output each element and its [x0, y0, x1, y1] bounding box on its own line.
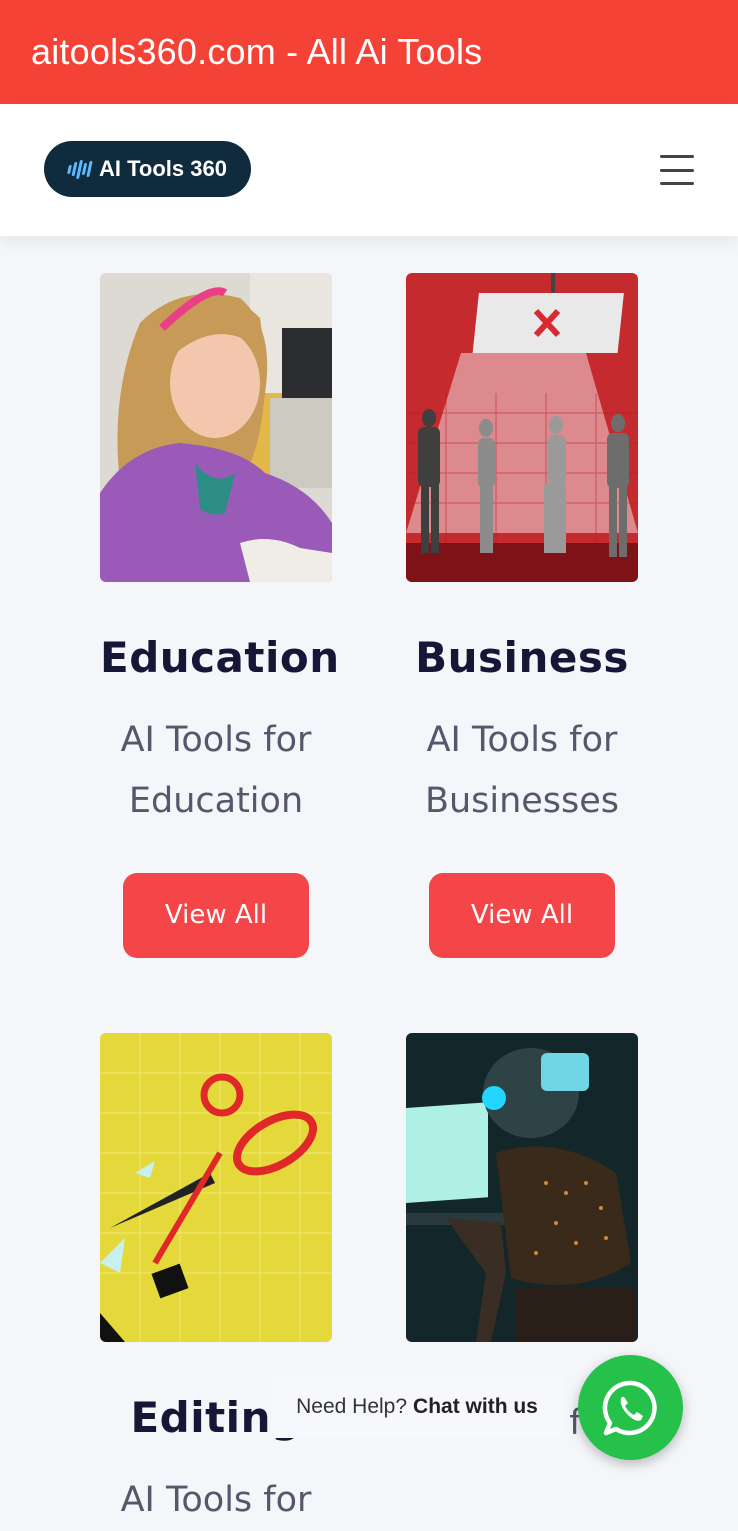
- logo[interactable]: AI Tools 360: [44, 141, 251, 197]
- browser-title-bar: aitools360.com - All Ai Tools: [0, 0, 738, 104]
- category-description: AI Tools for Education: [100, 710, 332, 832]
- category-card-editing: Editing AI Tools for: [100, 1033, 332, 1531]
- category-card-business: Business AI Tools for Businesses View Al…: [406, 273, 638, 958]
- business-image: [406, 273, 638, 582]
- logo-bars-icon: [67, 159, 93, 179]
- education-image: [100, 273, 332, 582]
- view-all-business-button[interactable]: View All: [429, 873, 615, 958]
- page-title: aitools360.com - All Ai Tools: [31, 31, 483, 72]
- category-description: AI Tools for Businesses: [406, 710, 638, 832]
- view-all-education-button[interactable]: View All: [123, 873, 309, 958]
- site-header: AI Tools 360: [0, 104, 738, 236]
- logo-text: AI Tools 360: [99, 156, 227, 181]
- description-line: Education: [128, 781, 304, 821]
- chat-help-bubble[interactable]: Need Help? Chat with us: [272, 1376, 562, 1438]
- category-title: Business: [415, 633, 629, 682]
- description-line: Businesses: [424, 781, 620, 821]
- description-line: AI Tools for: [120, 1480, 312, 1520]
- robot-image: [406, 1033, 638, 1342]
- help-prefix: Need Help?: [296, 1395, 408, 1418]
- editing-image: [100, 1033, 332, 1342]
- whatsapp-icon[interactable]: [578, 1355, 683, 1460]
- hamburger-menu-icon[interactable]: [660, 155, 694, 185]
- description-line: AI Tools for: [426, 720, 618, 760]
- chat-with-us-link[interactable]: Chat with us: [413, 1395, 538, 1419]
- category-title: Education: [100, 633, 340, 682]
- description-line: AI Tools for: [120, 720, 312, 760]
- category-card-education: Education AI Tools for Education View Al…: [100, 273, 340, 958]
- category-description: AI Tools for: [100, 1470, 332, 1531]
